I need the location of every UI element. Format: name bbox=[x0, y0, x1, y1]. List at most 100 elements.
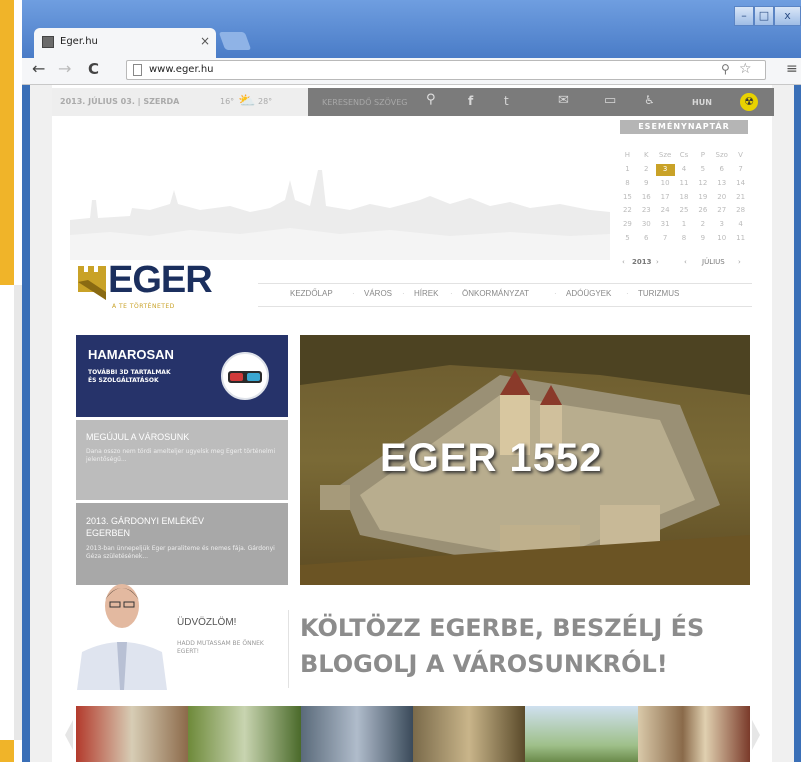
3d-badge-icon[interactable]: ☢ bbox=[740, 93, 758, 111]
minimize-button[interactable]: – bbox=[734, 6, 754, 26]
calendar-day[interactable]: 27 bbox=[712, 205, 731, 217]
calendar-next-year[interactable]: › bbox=[656, 258, 659, 266]
calendar-day[interactable]: 5 bbox=[693, 164, 712, 176]
calendar-day[interactable]: 20 bbox=[712, 192, 731, 204]
desktop-yellow-panel bbox=[0, 0, 14, 285]
page-icon bbox=[133, 64, 142, 76]
tile-coming-soon[interactable]: HAMAROSAN TOVÁBBI 3D TARTALMAK ÉS SZOLGÁ… bbox=[76, 335, 288, 417]
calendar-day[interactable]: 14 bbox=[731, 178, 750, 190]
nav-hirek[interactable]: HÍREK bbox=[414, 289, 438, 298]
calendar-day[interactable]: 8 bbox=[618, 178, 637, 190]
calendar-day[interactable]: 21 bbox=[731, 192, 750, 204]
calendar-day[interactable]: 23 bbox=[637, 205, 656, 217]
mail-icon[interactable]: ✉ bbox=[558, 93, 569, 108]
tab-close-button[interactable]: × bbox=[200, 34, 210, 48]
twitter-icon[interactable]: t bbox=[504, 94, 509, 108]
thumbnail[interactable] bbox=[525, 706, 638, 762]
calendar-day[interactable]: 5 bbox=[618, 233, 637, 245]
maximize-button[interactable]: □ bbox=[754, 6, 774, 26]
calendar-next-month[interactable]: › bbox=[738, 258, 741, 266]
card-icon[interactable]: ▭ bbox=[604, 93, 616, 108]
date-text: 2013. JÚLIUS 03. | SZERDA bbox=[60, 97, 180, 106]
calendar-weekday: H bbox=[624, 151, 631, 159]
calendar-day[interactable]: 25 bbox=[675, 205, 694, 217]
nav-kezdolap[interactable]: KEZDŐLAP bbox=[290, 289, 333, 298]
calendar-day[interactable]: 6 bbox=[712, 164, 731, 176]
zoom-icon[interactable]: ⚲ bbox=[721, 62, 730, 76]
calendar-nav: ‹ 2013 › ‹ JÚLIUS › bbox=[620, 258, 750, 270]
calendar-day[interactable]: 2 bbox=[637, 164, 656, 176]
calendar-day[interactable]: 4 bbox=[675, 164, 694, 176]
calendar-day[interactable]: 29 bbox=[618, 219, 637, 231]
forward-arrow-icon[interactable]: → bbox=[58, 60, 71, 78]
calendar-day[interactable]: 26 bbox=[693, 205, 712, 217]
thumbnail[interactable] bbox=[412, 706, 526, 762]
calendar-day[interactable]: 11 bbox=[731, 233, 750, 245]
calendar-day[interactable]: 8 bbox=[675, 233, 694, 245]
calendar-prev-month[interactable]: ‹ bbox=[684, 258, 687, 266]
back-arrow-icon[interactable]: ← bbox=[32, 60, 45, 78]
calendar-prev-year[interactable]: ‹ bbox=[622, 258, 625, 266]
reload-icon[interactable]: C bbox=[88, 59, 99, 79]
calendar-day[interactable]: 19 bbox=[693, 192, 712, 204]
facebook-icon[interactable]: f bbox=[468, 94, 473, 108]
calendar-day[interactable]: 7 bbox=[731, 164, 750, 176]
calendar-day[interactable]: 28 bbox=[731, 205, 750, 217]
nav-varos[interactable]: VÁROS bbox=[364, 289, 392, 298]
search-input[interactable]: KERESENDŐ SZÖVEG bbox=[322, 98, 407, 107]
calendar-weekday: V bbox=[738, 151, 743, 159]
calendar-day[interactable]: 30 bbox=[637, 219, 656, 231]
tile-title: 2013. GÁRDONYI EMLÉKÉV EGERBEN bbox=[86, 516, 205, 538]
carousel-prev-icon[interactable] bbox=[64, 720, 74, 750]
calendar-day[interactable]: 6 bbox=[637, 233, 656, 245]
calendar-day[interactable]: 4 bbox=[731, 219, 750, 231]
language-selector[interactable]: HUN bbox=[692, 98, 712, 107]
calendar-day[interactable]: 12 bbox=[693, 178, 712, 190]
hero-title: EGER 1552 bbox=[380, 436, 603, 480]
accessibility-icon[interactable]: ♿ bbox=[644, 93, 655, 107]
calendar-day[interactable]: 16 bbox=[637, 192, 656, 204]
nav-onkormanyzat[interactable]: ÖNKORMÁNYZAT bbox=[462, 289, 529, 298]
url-text: www.eger.hu bbox=[149, 64, 214, 75]
calendar-day[interactable]: 9 bbox=[637, 178, 656, 190]
logo-wordmark[interactable]: EGER bbox=[108, 260, 213, 300]
calendar-day[interactable]: 24 bbox=[656, 205, 675, 217]
nav-separator: · bbox=[450, 289, 453, 298]
nav-adougyek[interactable]: ADÓÜGYEK bbox=[566, 289, 611, 298]
carousel-next-icon[interactable] bbox=[751, 720, 761, 750]
calendar-day[interactable]: 17 bbox=[656, 192, 675, 204]
close-window-button[interactable]: x bbox=[774, 6, 801, 26]
tile-subtitle: Dana osszo nem tördi amelteljer ugyelsk … bbox=[86, 448, 276, 463]
thumbnail[interactable] bbox=[188, 706, 301, 762]
thumbnail-strip bbox=[76, 706, 750, 762]
bookmark-star-icon[interactable]: ☆ bbox=[739, 61, 752, 77]
calendar-day[interactable]: 15 bbox=[618, 192, 637, 204]
calendar-day[interactable]: 3 bbox=[655, 163, 675, 176]
thumbnail[interactable] bbox=[300, 706, 413, 762]
calendar-day[interactable]: 31 bbox=[656, 219, 675, 231]
calendar-day[interactable]: 10 bbox=[656, 178, 675, 190]
favicon-icon bbox=[42, 36, 54, 48]
calendar-day[interactable]: 13 bbox=[712, 178, 731, 190]
calendar-day[interactable]: 1 bbox=[618, 164, 637, 176]
menu-icon[interactable]: ≡ bbox=[786, 60, 798, 78]
welcome-subtext[interactable]: HADD MUTASSAM BE ÖNNEK EGERT! bbox=[177, 640, 277, 656]
tile-city-renewal[interactable]: MEGÚJUL A VÁROSUNK Dana osszo nem tördi … bbox=[76, 420, 288, 500]
temp-high: 28° bbox=[258, 97, 273, 106]
calendar-day[interactable]: 3 bbox=[712, 219, 731, 231]
eger-logo-crown-icon bbox=[78, 266, 106, 300]
calendar-day[interactable]: 9 bbox=[693, 233, 712, 245]
thumbnail[interactable] bbox=[637, 706, 750, 762]
nav-turizmus[interactable]: TURIZMUS bbox=[638, 289, 679, 298]
thumbnail[interactable] bbox=[76, 706, 189, 762]
calendar-day[interactable]: 2 bbox=[693, 219, 712, 231]
calendar-day[interactable]: 11 bbox=[675, 178, 694, 190]
search-icon[interactable]: ⚲ bbox=[426, 92, 436, 107]
calendar-day[interactable]: 1 bbox=[675, 219, 694, 231]
address-bar[interactable]: www.eger.hu ⚲ ☆ bbox=[126, 60, 766, 80]
calendar-day[interactable]: 18 bbox=[675, 192, 694, 204]
calendar-day[interactable]: 7 bbox=[656, 233, 675, 245]
calendar-day[interactable]: 10 bbox=[712, 233, 731, 245]
tab-eger[interactable]: Eger.hu × bbox=[34, 28, 216, 58]
calendar-day[interactable]: 22 bbox=[618, 205, 637, 217]
